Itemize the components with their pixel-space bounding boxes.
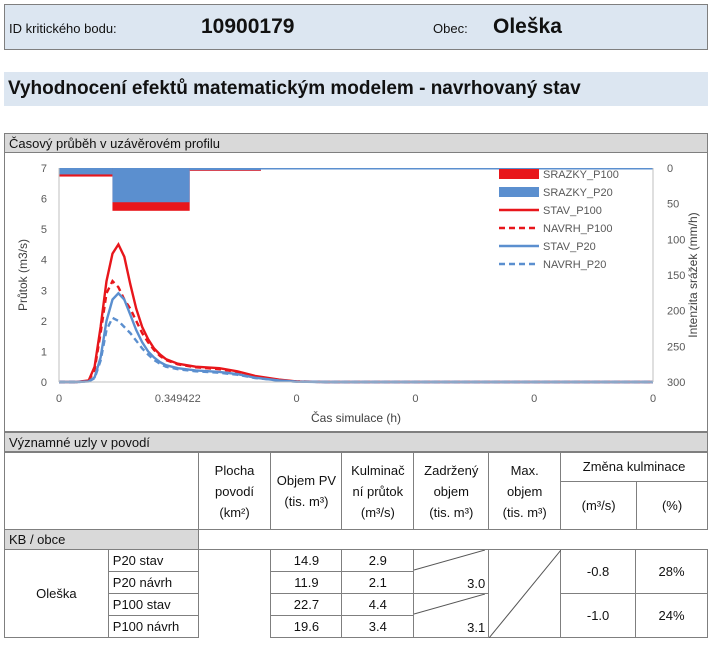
y-tick-label: 4 bbox=[41, 255, 47, 267]
y2-tick-label: 50 bbox=[667, 199, 679, 211]
hydrograph-chart: 01234567 0501001502002503000 0.349422 0 0 0 0Č… bbox=[16, 163, 700, 425]
kulm-cell: 3.4 bbox=[341, 615, 415, 638]
col-zadrzeny-header: Zadržený objem (tis. m³) bbox=[413, 452, 490, 530]
col-plocha-header: Plocha povodí (km²) bbox=[197, 452, 272, 530]
zadrzeny-cell-p100: 3.1 bbox=[413, 593, 490, 638]
rain-bar bbox=[189, 168, 261, 171]
header-bar: ID kritického bodu: 10900179 Obec: Olešk… bbox=[4, 4, 708, 50]
chart-section-title: Časový průběh v uzávěrovém profilu bbox=[9, 136, 220, 151]
legend-label: SRAZKY_P100 bbox=[543, 169, 619, 181]
legend-label: STAV_P100 bbox=[543, 205, 602, 217]
legend-label: NAVRH_P100 bbox=[543, 223, 613, 235]
objem-cell: 14.9 bbox=[270, 549, 343, 572]
row-label: P100 stav bbox=[107, 593, 199, 616]
y-tick-label: 5 bbox=[41, 224, 47, 236]
y2-axis-title: Intenzita srážek (mm/h) bbox=[686, 212, 700, 337]
y-tick-label: 0 bbox=[41, 377, 47, 389]
objem-cell: 22.7 bbox=[270, 593, 343, 616]
legend-label: STAV_P20 bbox=[543, 241, 596, 253]
y-tick-label: 3 bbox=[41, 285, 47, 297]
zadrzeny-cell-p20: 3.0 bbox=[413, 549, 490, 594]
y2-tick-label: 250 bbox=[667, 341, 685, 353]
kulm-cell: 4.4 bbox=[341, 593, 415, 616]
legend-label: SRAZKY_P20 bbox=[543, 187, 613, 199]
obec-value: Oleška bbox=[493, 15, 562, 38]
max-objem-cell bbox=[488, 549, 562, 638]
x-tick-label: 0.349422 bbox=[155, 393, 201, 405]
chart-container: 0 1 2 3 4 5 6 7 0 50 100 150 200 250 300 0 0.349422 0 0 0 0 Č… bbox=[4, 152, 708, 432]
id-label: ID kritického bodu: bbox=[9, 21, 117, 36]
objem-cell: 11.9 bbox=[270, 571, 343, 594]
blank-header bbox=[4, 452, 199, 530]
x-tick-label: 0 bbox=[56, 393, 62, 405]
nodes-table: Plocha povodí (km²) Objem PV (tis. m³) Kulm… bbox=[4, 452, 708, 638]
title-band: Vyhodnocení efektů matematickým modelem … bbox=[4, 72, 708, 106]
nodes-section-header: Významné uzly v povodí bbox=[4, 432, 708, 452]
id-value: 10900179 bbox=[201, 15, 295, 38]
legend-swatch bbox=[499, 187, 539, 197]
y2-tick-label: 300 bbox=[667, 377, 685, 389]
col-zmena-pct-header: (%) bbox=[661, 498, 683, 513]
kb-label: KB / obce bbox=[4, 529, 199, 550]
zmena-pct-p100: 24% bbox=[635, 593, 708, 638]
rain-bar bbox=[112, 168, 190, 203]
objem-cell: 19.6 bbox=[270, 615, 343, 638]
x-tick-label: 0 bbox=[650, 393, 656, 405]
y2-tick-label: 100 bbox=[667, 234, 685, 246]
nodes-section-title: Významné uzly v povodí bbox=[9, 435, 150, 450]
col-max-header: Max. objem (tis. m³) bbox=[488, 452, 562, 530]
zmena-abs-p20: -0.8 bbox=[560, 549, 637, 594]
page-title: Vyhodnocení efektů matematickým modelem … bbox=[8, 78, 581, 99]
col-objem-pv-header: Objem PV (tis. m³) bbox=[270, 452, 343, 530]
row-label: P20 stav bbox=[107, 549, 199, 572]
legend-swatch bbox=[499, 169, 539, 179]
y-tick-label: 7 bbox=[41, 163, 47, 175]
y-tick-label: 2 bbox=[41, 316, 47, 328]
legend-label: NAVRH_P20 bbox=[543, 259, 606, 271]
row-label: P20 návrh bbox=[107, 571, 199, 594]
zmena-abs-p100: -1.0 bbox=[560, 593, 637, 638]
y2-tick-label: 200 bbox=[667, 306, 685, 318]
chart-section-header: Časový průběh v uzávěrovém profilu bbox=[4, 133, 708, 153]
x-tick-label: 0 bbox=[531, 393, 537, 405]
kulm-cell: 2.9 bbox=[341, 549, 415, 572]
y-tick-label: 6 bbox=[41, 194, 47, 206]
y-tick-label: 1 bbox=[41, 346, 47, 358]
x-axis-title: Čas simulace (h) bbox=[311, 410, 401, 425]
col-kulminacni-header: Kulminač ní průtok (m³/s) bbox=[341, 452, 415, 530]
row-label: P100 návrh bbox=[107, 615, 199, 638]
rain-bar bbox=[59, 168, 113, 175]
x-tick-label: 0 bbox=[412, 393, 418, 405]
y2-tick-label: 0 bbox=[667, 163, 673, 175]
obec-cell: Oleška bbox=[4, 549, 109, 638]
col-zmena-abs-header: (m³/s) bbox=[561, 482, 638, 529]
x-tick-label: 0 bbox=[294, 393, 300, 405]
y2-tick-label: 150 bbox=[667, 270, 685, 282]
zmena-pct-p20: 28% bbox=[635, 549, 708, 594]
obec-label: Obec: bbox=[433, 21, 468, 36]
series-line bbox=[59, 279, 653, 384]
y-axis-title: Průtok (m3/s) bbox=[16, 239, 30, 311]
col-zmena-header: Změna kulminace (m³/s) (%) bbox=[560, 452, 708, 530]
kulm-cell: 2.1 bbox=[341, 571, 415, 594]
